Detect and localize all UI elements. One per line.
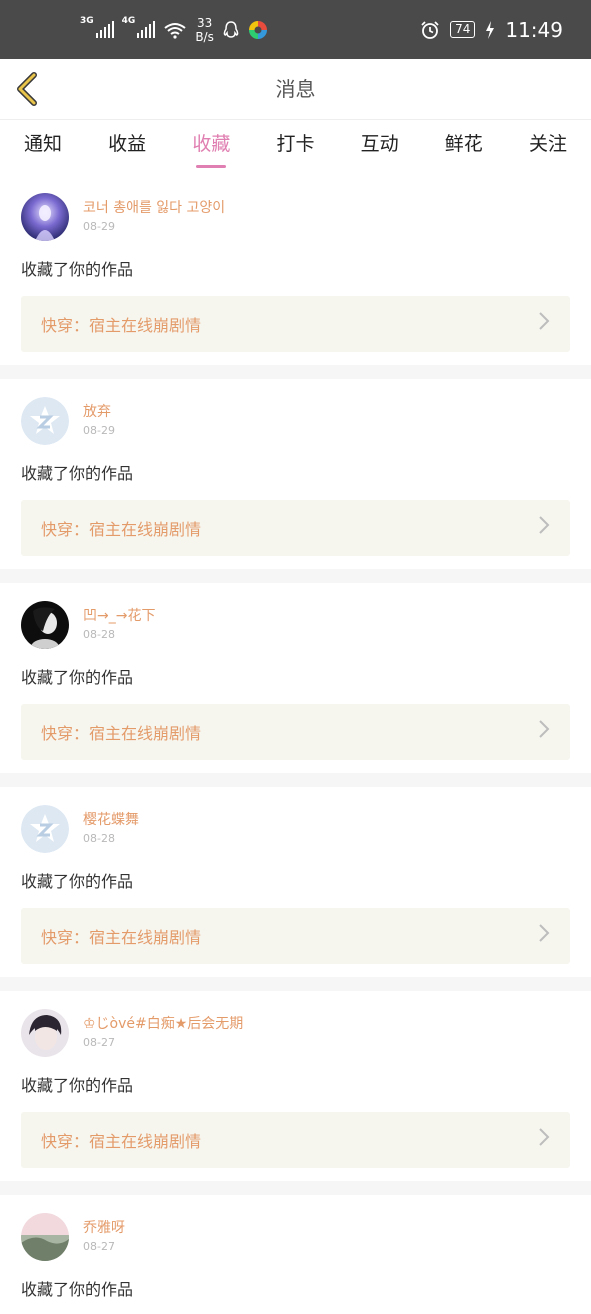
chevron-right-icon	[538, 719, 550, 745]
work-title: 快穿：宿主在线崩剧情	[41, 724, 202, 743]
date: 08-27	[83, 1240, 115, 1253]
work-link[interactable]: 快穿：宿主在线崩剧情	[21, 1112, 570, 1168]
tab-earnings[interactable]: 收益	[108, 120, 146, 170]
divider	[0, 773, 591, 787]
notification-list: 코너 총애를 잃다 고양이 08-29 收藏了你的作品 快穿：宿主在线崩剧情 放…	[0, 175, 591, 1314]
work-title: 快穿：宿主在线崩剧情	[41, 928, 202, 947]
signal-4g: 4G	[122, 16, 156, 38]
username[interactable]: 乔雅呀	[83, 1219, 125, 1237]
action-text: 收藏了你的作品	[21, 1280, 134, 1299]
divider	[0, 977, 591, 991]
date: 08-29	[83, 424, 115, 437]
avatar[interactable]	[21, 397, 69, 445]
action-text: 收藏了你的作品	[21, 1076, 134, 1095]
date: 08-29	[83, 220, 115, 233]
work-title: 快穿：宿主在线崩剧情	[41, 520, 202, 539]
username[interactable]: ♔じòvé#白痴★后会无期	[83, 1015, 243, 1033]
divider	[0, 365, 591, 379]
alarm-icon	[421, 20, 439, 39]
wifi-icon	[164, 22, 186, 39]
date: 08-28	[83, 628, 115, 641]
list-item: 凹→_→花下 08-28 收藏了你的作品 快穿：宿主在线崩剧情	[0, 583, 591, 773]
action-text: 收藏了你的作品	[21, 260, 134, 279]
tab-interaction[interactable]: 互动	[361, 120, 399, 170]
status-left: 3G 4G 33 B/s	[80, 0, 268, 59]
page-title: 消息	[275, 77, 316, 101]
list-item: 放弃 08-29 收藏了你的作品 快穿：宿主在线崩剧情	[0, 379, 591, 569]
action-text: 收藏了你的作品	[21, 464, 134, 483]
work-link[interactable]: 快穿：宿主在线崩剧情	[21, 296, 570, 352]
signal-bars-icon	[137, 20, 156, 38]
username[interactable]: 凹→_→花下	[83, 607, 155, 625]
battery-level: 74	[450, 21, 476, 38]
work-link[interactable]: 快穿：宿主在线崩剧情	[21, 500, 570, 556]
username[interactable]: 코너 총애를 잃다 고양이	[83, 199, 225, 217]
divider	[0, 569, 591, 583]
signal-3g: 3G	[80, 16, 114, 38]
username[interactable]: 樱花蝶舞	[83, 811, 139, 829]
tab-flowers[interactable]: 鲜花	[445, 120, 483, 170]
app-logo-icon	[248, 20, 267, 39]
tab-notifications[interactable]: 通知	[24, 120, 62, 170]
list-item: 樱花蝶舞 08-28 收藏了你的作品 快穿：宿主在线崩剧情	[0, 787, 591, 977]
chevron-right-icon	[538, 311, 550, 337]
date: 08-28	[83, 832, 115, 845]
avatar[interactable]	[21, 1009, 69, 1057]
work-link[interactable]: 快穿：宿主在线崩剧情	[21, 908, 570, 964]
work-title: 快穿：宿主在线崩剧情	[41, 1132, 202, 1151]
signal-bars-icon	[95, 20, 114, 38]
username[interactable]: 放弃	[83, 403, 115, 421]
avatar[interactable]	[21, 805, 69, 853]
avatar[interactable]	[21, 193, 69, 241]
charging-icon	[486, 20, 495, 39]
tab-favorites[interactable]: 收藏	[192, 120, 230, 170]
list-item: ♔じòvé#白痴★后会无期 08-27 收藏了你的作品 快穿：宿主在线崩剧情	[0, 991, 591, 1181]
avatar[interactable]	[21, 1213, 69, 1261]
work-title: 快穿：宿主在线崩剧情	[41, 316, 202, 335]
tab-bar: 通知 收益 收藏 打卡 互动 鲜花 关注	[0, 120, 591, 170]
chevron-right-icon	[538, 923, 550, 949]
tab-checkin[interactable]: 打卡	[276, 120, 314, 170]
action-text: 收藏了你的作品	[21, 872, 134, 891]
network-type-label: 3G	[80, 15, 94, 26]
work-link[interactable]: 快穿：宿主在线崩剧情	[21, 704, 570, 760]
status-bar: 3G 4G 33 B/s 74 11:49	[0, 0, 591, 59]
chevron-right-icon	[538, 1127, 550, 1153]
network-speed-value: 33	[196, 15, 213, 30]
network-speed: 33 B/s	[195, 16, 214, 44]
nav-bar: 消息	[0, 59, 591, 120]
list-item: 코너 총애를 잃다 고양이 08-29 收藏了你的作品 快穿：宿主在线崩剧情	[0, 175, 591, 365]
action-text: 收藏了你的作品	[21, 668, 134, 687]
clock: 11:49	[505, 17, 563, 42]
list-item: 乔雅呀 08-27 收藏了你的作品	[0, 1195, 591, 1314]
qq-icon	[223, 20, 239, 38]
network-speed-unit: B/s	[195, 29, 214, 44]
network-type-label: 4G	[121, 15, 136, 26]
tab-follow[interactable]: 关注	[529, 120, 567, 170]
avatar[interactable]	[21, 601, 69, 649]
chevron-right-icon	[538, 515, 550, 541]
divider	[0, 1181, 591, 1195]
date: 08-27	[83, 1036, 115, 1049]
status-right: 74 11:49	[420, 0, 563, 59]
